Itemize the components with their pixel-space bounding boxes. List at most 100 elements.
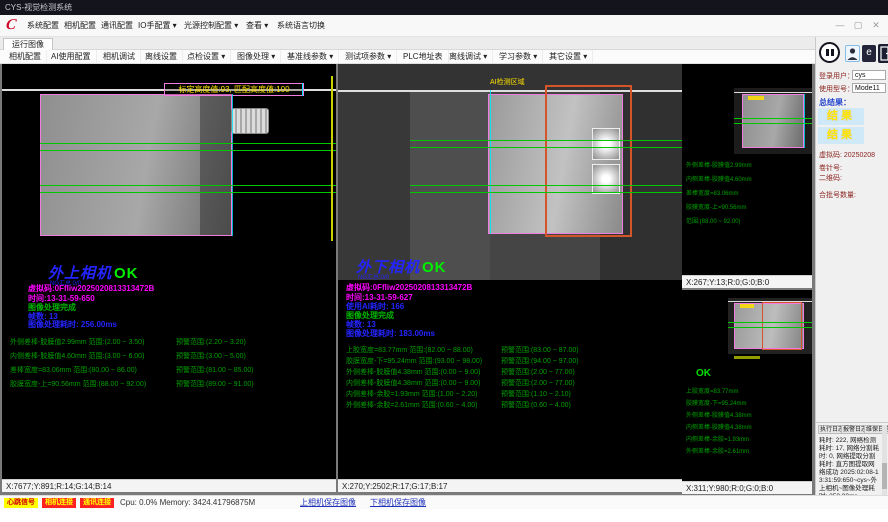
ai-region-box (545, 85, 632, 237)
tool-camera-debug[interactable]: 相机调试 (98, 50, 141, 63)
tab-strip: 运行图像 (0, 37, 888, 50)
log-text: 耗时: 222, 网络检测耗时: 17, 网络分割耗时: 0, 网络提取分割耗时… (819, 437, 881, 495)
connector-part (231, 108, 269, 134)
exit-button[interactable] (878, 44, 888, 63)
tool-test-params[interactable]: 测试项参数 ▾ (340, 50, 397, 63)
measurement-row: 内侧差棒-胶膜值4.38mm 范围:(0.00 ~ 9.00) 预警范围:(2.… (346, 378, 680, 388)
pixel-coordinate-bar: X:270;Y:2502;R:17;G:17;B:17 (338, 479, 682, 492)
tool-spotcheck-setting[interactable]: 点检设置 ▾ (182, 50, 231, 63)
thumbnail-image-bottom[interactable]: OK 上胶宽度=83.77mm 胶膜宽度-下=95.24mm 外侧差棒-胶膜值4… (682, 290, 812, 481)
tool-image-process[interactable]: 图像处理 ▾ (232, 50, 281, 63)
e-icon: e (866, 47, 872, 58)
mini-measure-line: 内侧差棒-胶膜值4.60mm (686, 174, 752, 183)
reflective-spot (592, 128, 620, 160)
camera-image-upper[interactable]: 标定高度值:93, 匹配高度值:100 外上相机OK NG汇总:0/0 虚拟码:… (2, 64, 336, 479)
pause-button[interactable] (819, 42, 840, 63)
measurement-text: 差棒宽度=83.06mm 范围:(80.00 ~ 86.00) (10, 365, 137, 375)
title-bar: CYS-视觉检测系统 (0, 0, 888, 15)
pixel-coordinate-bar: X:7677;Y:891;R:14;G:14;B:14 (2, 479, 336, 492)
menu-system-config[interactable]: 系统配置 (22, 15, 64, 36)
camera-panel-lower: AI检测区域 外下相机OK NG汇总:0/0 虚拟码:0FfIiw2025020… (338, 64, 682, 492)
user-icon (846, 46, 859, 61)
qr-code-label: 二维码: (819, 173, 842, 183)
upper-camera-save-link[interactable]: 上相机保存图像 (300, 498, 356, 508)
camera-connect-badge: 相机连接 (42, 498, 76, 508)
log-scrollbar[interactable] (882, 425, 887, 495)
tool-camera-config[interactable]: 相机配置 (4, 50, 47, 63)
lower-camera-save-link[interactable]: 下相机保存图像 (370, 498, 426, 508)
virtual-code-label: 虚拟码: 20250208 (819, 150, 875, 160)
warning-range: 预警范围:(3.00 ~ 5.00) (176, 351, 246, 361)
mini-measure-line: 外侧差棒-胶膜值2.99mm (686, 160, 752, 169)
tool-plc-table[interactable]: PLC地址表 (398, 50, 449, 63)
elapsed-line: 图像处理耗时: 256.00ms (28, 319, 117, 330)
boundary-line (331, 76, 333, 241)
menu-view[interactable]: 查看 ▾ (241, 15, 273, 36)
warning-range: 预警范围:(2.00 ~ 77.00) (501, 367, 575, 377)
heartbeat-status-badge: 心跳信号 (4, 498, 38, 508)
minimize-icon[interactable]: — (832, 15, 848, 36)
mini-measure-line: 外侧差棒-余胶=2.61mm (686, 446, 749, 455)
user-button[interactable] (845, 45, 860, 62)
menu-light-config[interactable]: 光源控制配置 ▾ (179, 15, 243, 36)
result-ok: OK (696, 368, 711, 379)
measurement-text: 内侧差棒-胶膜值4.60mm 范围:(3.00 ~ 6.00) (10, 351, 144, 361)
tool-baseline-params[interactable]: 基准线参数 ▾ (282, 50, 339, 63)
cpu-memory-status: Cpu: 0.0% Memory: 3424.41796875M (120, 498, 255, 508)
warning-range: 预警范围:(2.00 ~ 77.00) (501, 378, 575, 388)
warning-range: 预警范围:(89.00 ~ 91.00) (176, 379, 254, 389)
menu-io-config[interactable]: IO手配置 ▾ (133, 15, 182, 36)
camera-image-lower[interactable]: AI检测区域 外下相机OK NG汇总:0/0 虚拟码:0FfIiw2025020… (338, 64, 682, 479)
result-indicator-2: 结果 (818, 127, 864, 144)
mini-measure-line: 胶膜宽度-上=90.56mm (686, 202, 747, 211)
measurement-row: 内侧差棒-余胶=1.93mm 范围:(1.00 ~ 2.20) 预警范围:(1.… (346, 389, 680, 399)
app-logo-icon: C (5, 17, 17, 34)
login-user-input[interactable]: cys (852, 70, 886, 80)
model-input[interactable]: Mode11 (852, 83, 886, 93)
thumbnail-panel-bottom: OK 上胶宽度=83.77mm 胶膜宽度-下=95.24mm 外侧差棒-胶膜值4… (682, 290, 812, 494)
maximize-icon[interactable]: ▢ (850, 15, 866, 36)
tool-ai-config[interactable]: AI使用配置 (46, 50, 97, 63)
mini-label-mark (748, 96, 764, 100)
warning-range: 预警范围:(1.10 ~ 2.10) (501, 389, 571, 399)
result-ok: OK (422, 259, 447, 276)
thumbnail-image-top[interactable]: 外侧差棒-胶膜值2.99mm 内侧差棒-胶膜值4.60mm 差棒宽度=83.06… (682, 64, 812, 275)
measurement-text: 内侧差棒-胶膜值4.38mm 范围:(0.00 ~ 9.00) (346, 378, 480, 388)
pixel-coordinate-bar: X:311;Y:980;R:0;G:0;B:0 (682, 481, 812, 494)
e-button[interactable]: e (862, 45, 876, 62)
measurement-row: 上胶宽度=83.77mm 范围:(82.00 ~ 88.00) 预警范围:(83… (346, 345, 680, 355)
comm-connect-badge: 通讯连接 (80, 498, 114, 508)
warning-range: 预警范围:(94.00 ~ 97.00) (501, 356, 579, 366)
tool-offline-setting[interactable]: 离线设置 (140, 50, 183, 63)
measurement-text: 胶膜宽度-下=95.24mm 范围:(93.00 ~ 98.00) (346, 356, 482, 366)
tool-other-settings[interactable]: 其它设置 ▾ (544, 50, 593, 63)
menu-camera-config[interactable]: 相机配置 (59, 15, 101, 36)
measure-line (40, 143, 336, 144)
tool-learn-params[interactable]: 学习参数 ▾ (494, 50, 543, 63)
measurement-row: 胶膜宽度-下=95.24mm 范围:(93.00 ~ 98.00) 预警范围:(… (346, 356, 680, 366)
menu-comm-config[interactable]: 通讯配置 (96, 15, 138, 36)
measurement-row: 外侧差棒-胶膜值4.38mm 范围:(0.00 ~ 9.00) 预警范围:(2.… (346, 367, 680, 377)
batch-count-label: 合批号数量: (819, 190, 856, 200)
close-icon[interactable]: ✕ (868, 15, 884, 36)
edge-marker (232, 94, 233, 236)
mini-measure-line: 内侧差棒-胶膜值4.38mm (686, 422, 752, 431)
mini-label-mark (740, 304, 754, 308)
toolbar: 相机配置 AI使用配置 相机调试 离线设置 点检设置 ▾ 图像处理 ▾ 基准线参… (0, 50, 888, 64)
mini-measure-line: 外侧差棒-胶膜值4.38mm (686, 410, 752, 419)
camera-panel-upper: 标定高度值:93, 匹配高度值:100 外上相机OK NG汇总:0/0 虚拟码:… (2, 64, 336, 492)
sidebar: e 登录用户： cys 使用型号： Mode11 总结果： 结果 结果 虚拟码:… (815, 37, 888, 495)
measurement-text: 上胶宽度=83.77mm 范围:(82.00 ~ 88.00) (346, 345, 473, 355)
pixel-coordinate-bar: X:267;Y:13;R:0;G:0;B:0 (682, 275, 812, 288)
exit-door-icon (878, 44, 888, 63)
measure-line (40, 150, 336, 151)
divider (816, 422, 888, 423)
measure-line (40, 192, 336, 193)
edge-marker (490, 90, 491, 234)
status-bar: 心跳信号 相机连接 通讯连接 Cpu: 0.0% Memory: 3424.41… (0, 495, 888, 509)
reflective-spot (592, 164, 620, 194)
menu-language-switch[interactable]: 系统语言切换 (272, 15, 330, 36)
window-title: CYS-视觉检测系统 (5, 3, 72, 12)
measurement-row: 差棒宽度=83.06mm 范围:(80.00 ~ 86.00) 预警范围:(81… (10, 365, 334, 375)
tool-offline-debug[interactable]: 离线调试 ▾ (444, 50, 493, 63)
